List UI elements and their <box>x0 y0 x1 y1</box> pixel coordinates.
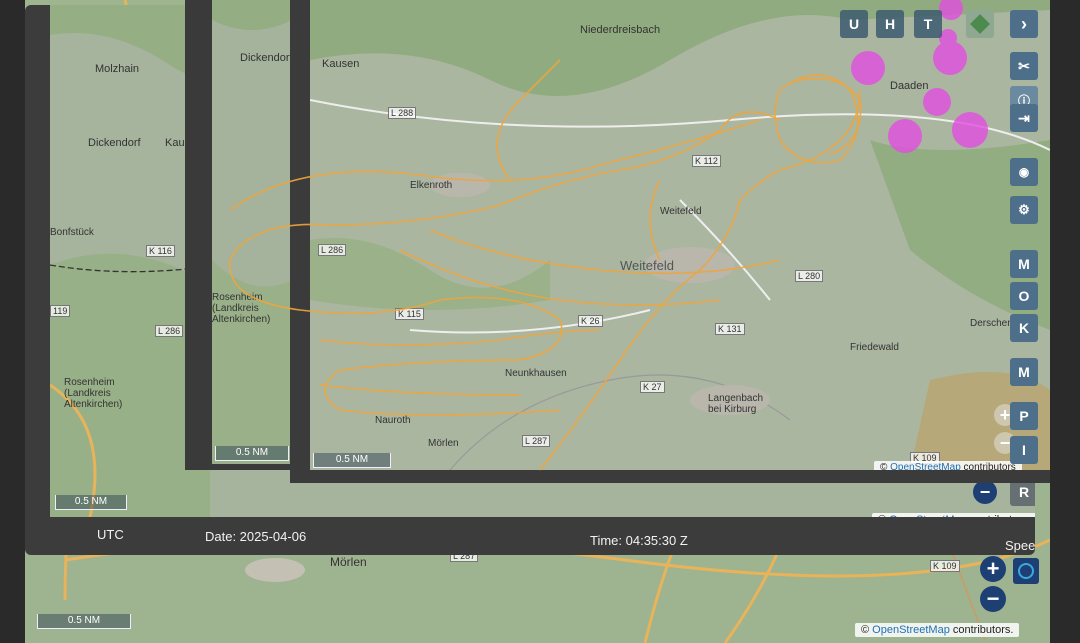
osm-link[interactable]: OpenStreetMap <box>890 462 961 470</box>
date-display: Date: 2025-04-06 <box>205 529 307 544</box>
place-label: Bonfstück <box>50 227 94 238</box>
place-label: Weitefeld <box>620 258 674 273</box>
osm-link[interactable]: OpenStreetMap <box>872 624 950 636</box>
zoom-out-button[interactable]: − <box>973 480 997 504</box>
road-label: L 280 <box>795 270 824 282</box>
road-label: K 112 <box>692 155 721 167</box>
place-label: Molzhain <box>95 63 140 75</box>
place-label: Dickendorf <box>88 137 141 149</box>
road-label: K 109 <box>930 560 960 572</box>
attribution-suffix: contributors. <box>949 624 1014 636</box>
attribution-suffix: contributors. <box>967 514 1031 517</box>
attribution-prefix: © <box>878 514 889 517</box>
scale-bar: 0.5 NM <box>215 446 289 461</box>
place-label: Daaden <box>890 80 929 92</box>
attribution-prefix: © <box>861 624 873 636</box>
road-label: 119 <box>50 305 71 317</box>
time-display: Time: 04:35:30 Z <box>590 533 688 548</box>
road-label: K 116 <box>146 245 175 257</box>
replay-button[interactable] <box>1013 558 1039 584</box>
attribution: © OpenStreetMap contributors <box>874 461 1022 470</box>
place-label: Niederdreisbach <box>580 24 661 36</box>
play-icon <box>1018 563 1034 579</box>
place-label: Kausen <box>322 58 360 70</box>
road-label: K 26 <box>578 315 603 327</box>
place-label: Derschen <box>970 318 1013 329</box>
attribution-suffix: contributors <box>960 462 1016 470</box>
speed-label: Spee <box>1005 538 1035 553</box>
road-label: L 288 <box>388 107 417 119</box>
place-label: Dickendorf <box>240 52 293 64</box>
road-label: K 131 <box>715 323 745 335</box>
attribution: © OpenStreetMap contributors. <box>855 623 1020 637</box>
map-frame-3[interactable]: Kausen Niederdreisbach Daaden Elkenroth … <box>290 0 1050 483</box>
road-label: L 287 <box>522 435 551 447</box>
osm-link[interactable]: OpenStreetMap <box>889 514 967 517</box>
scale-bar: 0.5 NM <box>37 614 131 629</box>
road-label: L 286 <box>155 325 184 337</box>
utc-label: UTC <box>97 527 124 542</box>
map-features <box>310 0 1050 470</box>
zoom-out-button[interactable]: − <box>994 432 1016 454</box>
map-frame-3-viewport[interactable]: Kausen Niederdreisbach Daaden Elkenroth … <box>310 0 1050 470</box>
place-label: Weitefeld <box>660 206 702 217</box>
road-label: K 115 <box>395 308 424 320</box>
attribution-prefix: © <box>880 462 891 470</box>
zoom-in-button[interactable]: + <box>980 556 1006 582</box>
road-label: L 286 <box>318 244 347 256</box>
place-label: Mörlen <box>428 438 459 449</box>
road-label: K 27 <box>640 381 665 393</box>
place-label: Neunkhausen <box>505 368 567 379</box>
attribution: © OpenStreetMap contributors. <box>872 513 1035 517</box>
place-label: Langenbach bei Kirburg <box>708 393 764 415</box>
zoom-out-button[interactable]: − <box>980 586 1006 612</box>
place-label: Mörlen <box>330 555 367 569</box>
place-label: Rosenheim (Landkreis Altenkirchen) <box>212 292 271 325</box>
place-label: Elkenroth <box>410 180 453 191</box>
place-label: Friedewald <box>850 342 899 353</box>
place-label: Rosenheim (Landkreis Altenkirchen) <box>64 377 123 410</box>
zoom-in-button[interactable]: + <box>994 404 1016 426</box>
scale-bar: 0.5 NM <box>55 495 127 510</box>
place-label: Nauroth <box>375 415 411 426</box>
scale-bar: 0.5 NM <box>313 453 391 468</box>
